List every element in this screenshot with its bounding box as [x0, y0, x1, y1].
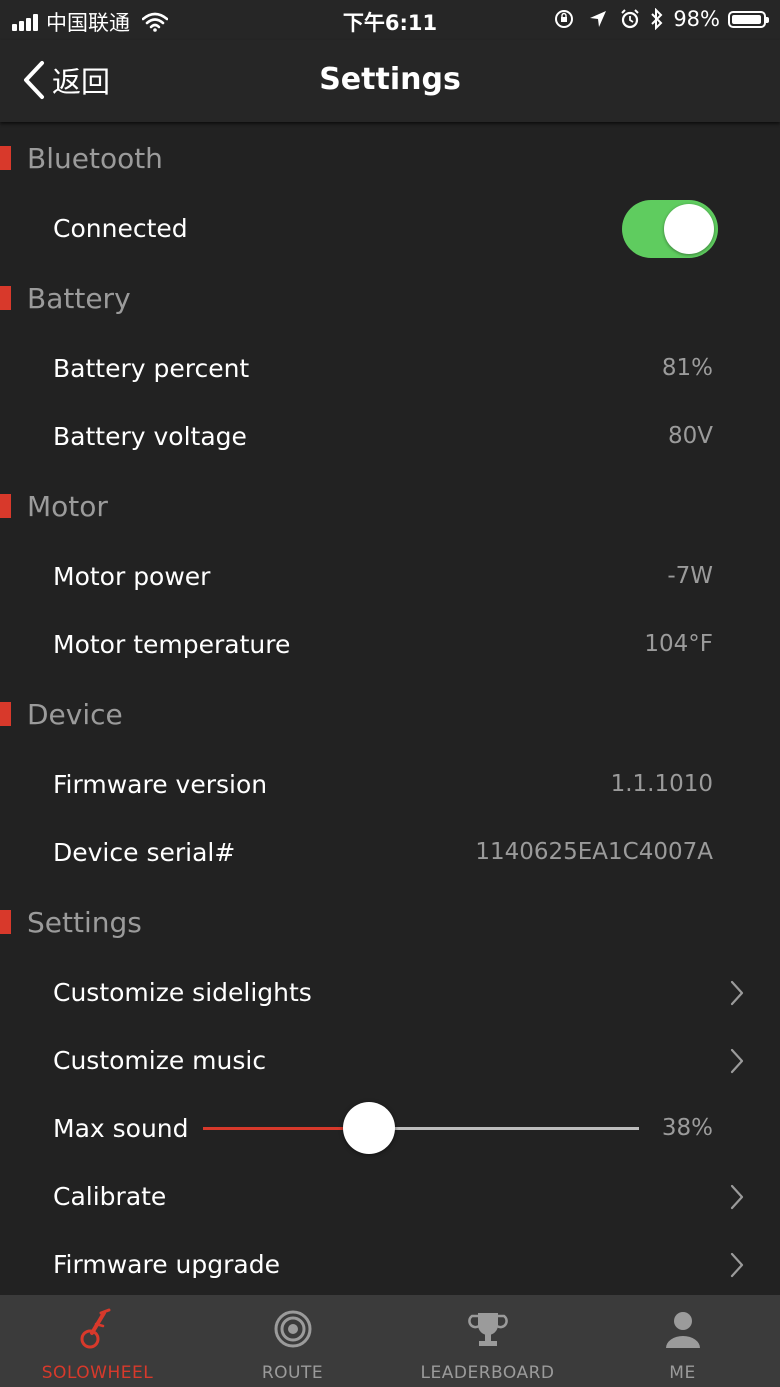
device-serial-value: 1140625EA1C4007A: [475, 839, 713, 865]
tab-label: LEADERBOARD: [420, 1363, 555, 1383]
row-firmware-upgrade[interactable]: Firmware upgrade: [0, 1230, 780, 1298]
tab-me[interactable]: ME: [585, 1295, 780, 1387]
battery-percent: 98%: [673, 7, 720, 31]
connected-label: Connected: [53, 213, 188, 243]
row-customize-sidelights[interactable]: Customize sidelights: [0, 958, 780, 1026]
row-motor-power: Motor power -7W: [0, 542, 780, 610]
unicycle-icon: [80, 1308, 110, 1349]
motor-power-label: Motor power: [53, 561, 211, 591]
status-right: 98%: [553, 7, 769, 31]
battery-voltage-value: 80V: [667, 423, 713, 449]
chevron-right-icon: [730, 980, 744, 1006]
chevron-right-icon: [730, 1184, 744, 1210]
section-title: Device: [27, 697, 123, 731]
row-battery-percent: Battery percent 81%: [0, 334, 780, 402]
row-calibrate[interactable]: Calibrate: [0, 1162, 780, 1230]
battery-icon: [728, 10, 769, 28]
trophy-icon: [467, 1313, 508, 1346]
rotation-lock-icon: [555, 10, 574, 28]
section-marker: [0, 494, 11, 518]
alarm-icon: [621, 9, 640, 29]
section-title: Bluetooth: [27, 141, 163, 175]
section-title: Battery: [27, 281, 131, 315]
row-device-serial: Device serial# 1140625EA1C4007A: [0, 818, 780, 886]
section-title: Settings: [27, 905, 142, 939]
max-sound-slider[interactable]: [203, 1102, 639, 1154]
battery-voltage-label: Battery voltage: [53, 421, 247, 451]
section-marker: [0, 146, 11, 170]
row-customize-music[interactable]: Customize music: [0, 1026, 780, 1094]
tab-bar: SOLOWHEEL ROUTE LEADERBOARD ME: [0, 1295, 780, 1387]
row-max-sound: Max sound 38%: [0, 1094, 780, 1162]
row-battery-voltage: Battery voltage 80V: [0, 402, 780, 470]
tab-leaderboard[interactable]: LEADERBOARD: [390, 1295, 585, 1387]
max-sound-label: Max sound: [53, 1113, 189, 1143]
row-motor-temperature: Motor temperature 104°F: [0, 610, 780, 678]
chevron-right-icon: [730, 1252, 744, 1278]
firmware-version-value: 1.1.1010: [610, 771, 713, 797]
connected-toggle[interactable]: [622, 200, 718, 258]
section-header-device: Device: [0, 678, 780, 750]
tab-label: ME: [669, 1363, 696, 1383]
section-marker: [0, 286, 11, 310]
firmware-version-label: Firmware version: [53, 769, 268, 799]
status-bar: 中国联通 下午6:11 98%: [0, 0, 780, 40]
calibrate-label: Calibrate: [53, 1181, 167, 1211]
section-marker: [0, 910, 11, 934]
slider-thumb[interactable]: [342, 1102, 395, 1154]
person-icon: [665, 1312, 700, 1348]
motor-power-value: -7W: [667, 563, 713, 589]
section-header-bluetooth: Bluetooth: [0, 122, 780, 194]
section-header-settings: Settings: [0, 886, 780, 958]
section-header-battery: Battery: [0, 262, 780, 334]
toggle-knob: [664, 204, 714, 254]
customize-music-label: Customize music: [53, 1045, 267, 1075]
target-icon: [274, 1310, 311, 1348]
battery-percent-label: Battery percent: [53, 353, 250, 383]
tab-solowheel[interactable]: SOLOWHEEL: [0, 1295, 195, 1387]
page-title: Settings: [319, 62, 461, 97]
firmware-upgrade-label: Firmware upgrade: [53, 1249, 280, 1279]
motor-temperature-value: 104°F: [644, 631, 713, 657]
location-icon: [590, 11, 607, 27]
tab-label: SOLOWHEEL: [41, 1363, 154, 1383]
max-sound-value: 38%: [661, 1115, 713, 1141]
customize-sidelights-label: Customize sidelights: [53, 977, 312, 1007]
row-connected: Connected: [0, 194, 780, 262]
chevron-right-icon: [730, 1048, 744, 1074]
bluetooth-icon: [651, 8, 663, 30]
section-title: Motor: [27, 489, 108, 523]
tab-route[interactable]: ROUTE: [195, 1295, 390, 1387]
settings-list: Bluetooth Connected Battery Battery perc…: [0, 122, 780, 1298]
tab-label: ROUTE: [261, 1363, 324, 1383]
motor-temperature-label: Motor temperature: [53, 629, 291, 659]
device-serial-label: Device serial#: [53, 837, 236, 867]
battery-percent-value: 81%: [661, 355, 713, 381]
navigation-bar: 返回 Settings: [0, 40, 780, 122]
row-firmware-version: Firmware version 1.1.1010: [0, 750, 780, 818]
section-header-motor: Motor: [0, 470, 780, 542]
section-marker: [0, 702, 11, 726]
